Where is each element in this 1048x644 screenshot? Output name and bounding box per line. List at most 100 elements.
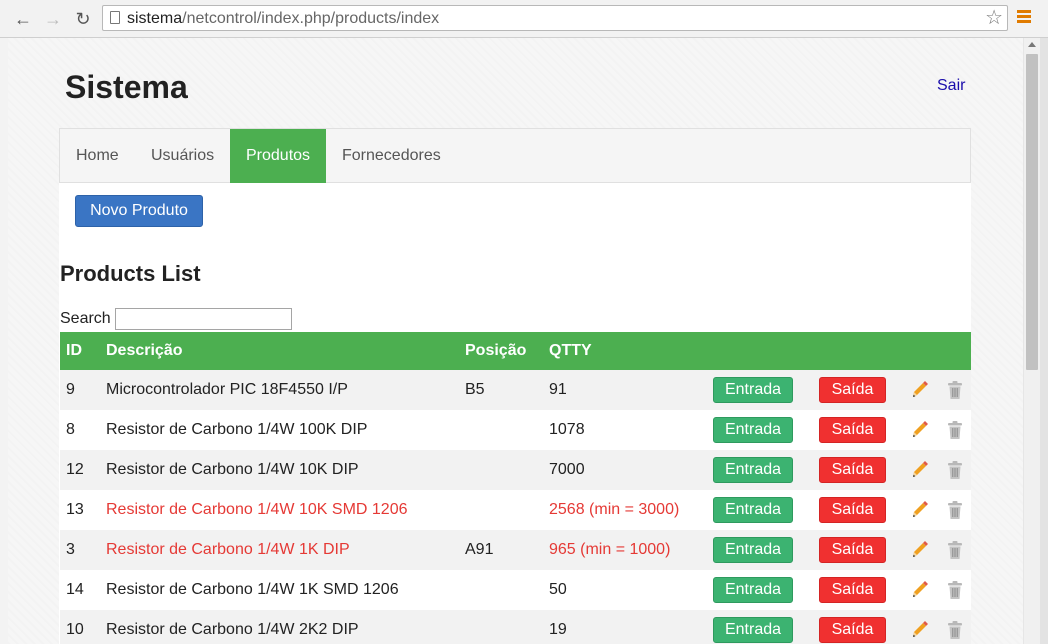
- cell-edit: [909, 490, 945, 530]
- pencil-icon[interactable]: [909, 579, 929, 601]
- cell-edit: [909, 370, 945, 410]
- saida-button[interactable]: Saída: [819, 417, 886, 443]
- scrollbar-thumb[interactable]: [1026, 54, 1038, 370]
- table-row: 3 Resistor de Carbono 1/4W 1K DIP A91 965 (…: [60, 530, 971, 570]
- pencil-icon[interactable]: [909, 499, 929, 521]
- new-product-button[interactable]: Novo Produto: [75, 195, 203, 227]
- table-row: 9 Microcontrolador PIC 18F4550 I/P B5 91 Ent…: [60, 370, 971, 410]
- cell-descricao: Microcontrolador PIC 18F4550 I/P: [106, 381, 348, 398]
- cell-delete: [945, 490, 971, 530]
- table-row: 14 Resistor de Carbono 1/4W 1K SMD 1206 50…: [60, 570, 971, 610]
- page-icon: [110, 11, 120, 24]
- trash-icon[interactable]: [945, 579, 965, 601]
- page-title: Products List: [60, 261, 201, 286]
- site-title: Sistema: [65, 69, 188, 105]
- entrada-button[interactable]: Entrada: [713, 577, 793, 603]
- cell-id: 8: [66, 421, 75, 438]
- pencil-icon[interactable]: [909, 539, 929, 561]
- cell-qtty: 91: [549, 381, 567, 398]
- scroll-up-arrow-icon[interactable]: [1028, 42, 1036, 47]
- back-arrow-icon[interactable]: ←: [12, 8, 34, 30]
- entrada-button[interactable]: Entrada: [713, 377, 793, 403]
- column-header-edit: [909, 332, 945, 370]
- nav-item-fornecedores[interactable]: Fornecedores: [326, 129, 457, 183]
- nav-item-usuarios[interactable]: Usuários: [135, 129, 230, 183]
- trash-icon[interactable]: [945, 499, 965, 521]
- column-header-saida: [819, 332, 909, 370]
- main-content: Novo Produto Products List Search ID Des…: [59, 183, 971, 644]
- trash-icon[interactable]: [945, 539, 965, 561]
- cell-entrada: Entrada: [713, 450, 819, 490]
- cell-saida: Saída: [819, 530, 909, 570]
- saida-button[interactable]: Saída: [819, 457, 886, 483]
- address-bar[interactable]: sistema/netcontrol/index.php/products/in…: [102, 5, 1008, 31]
- cell-posicao: [465, 490, 549, 530]
- pencil-icon[interactable]: [909, 459, 929, 481]
- pencil-icon[interactable]: [909, 619, 929, 641]
- window-edge: [1040, 38, 1048, 644]
- cell-descricao: Resistor de Carbono 1/4W 1K DIP: [106, 541, 350, 558]
- cell-delete: [945, 570, 971, 610]
- reload-icon[interactable]: ↻: [72, 8, 94, 30]
- cell-edit: [909, 450, 945, 490]
- trash-icon[interactable]: [945, 459, 965, 481]
- saida-button[interactable]: Saída: [819, 577, 886, 603]
- cell-entrada: Entrada: [713, 490, 819, 530]
- saida-button[interactable]: Saída: [819, 617, 886, 643]
- cell-posicao: [465, 450, 549, 490]
- cell-saida: Saída: [819, 370, 909, 410]
- logout-link[interactable]: Sair: [937, 77, 965, 95]
- cell-descricao: Resistor de Carbono 1/4W 1K SMD 1206: [106, 581, 399, 598]
- pencil-icon[interactable]: [909, 419, 929, 441]
- cell-delete: [945, 370, 971, 410]
- cell-delete: [945, 530, 971, 570]
- products-table: ID Descrição Posição QTTY 9 Microcontrola…: [60, 332, 971, 644]
- trash-icon[interactable]: [945, 379, 965, 401]
- cell-id: 13: [66, 501, 84, 518]
- entrada-button[interactable]: Entrada: [713, 417, 793, 443]
- cell-id: 14: [66, 581, 84, 598]
- cell-entrada: Entrada: [713, 410, 819, 450]
- cell-posicao: [465, 610, 549, 644]
- cell-qtty: 1078: [549, 421, 585, 438]
- entrada-button[interactable]: Entrada: [713, 537, 793, 563]
- forward-arrow-icon[interactable]: →: [42, 8, 64, 30]
- search-label: Search: [60, 310, 111, 327]
- search-input[interactable]: [115, 308, 292, 330]
- browser-menu-icon[interactable]: [1017, 10, 1031, 24]
- nav-item-home[interactable]: Home: [60, 129, 135, 183]
- url-host: sistema: [127, 10, 183, 27]
- cell-saida: Saída: [819, 490, 909, 530]
- table-row: 12 Resistor de Carbono 1/4W 10K DIP 7000 En…: [60, 450, 971, 490]
- cell-posicao: [465, 410, 549, 450]
- url-text[interactable]: sistema/netcontrol/index.php/products/in…: [127, 10, 439, 28]
- cell-descricao: Resistor de Carbono 1/4W 10K SMD 1206: [106, 501, 408, 518]
- saida-button[interactable]: Saída: [819, 497, 886, 523]
- entrada-button[interactable]: Entrada: [713, 457, 793, 483]
- cell-id: 12: [66, 461, 84, 478]
- saida-button[interactable]: Saída: [819, 377, 886, 403]
- cell-edit: [909, 530, 945, 570]
- vertical-scrollbar[interactable]: [1023, 38, 1041, 644]
- trash-icon[interactable]: [945, 619, 965, 641]
- nav-item-produtos[interactable]: Produtos: [230, 129, 327, 183]
- cell-entrada: Entrada: [713, 610, 819, 644]
- pencil-icon[interactable]: [909, 379, 929, 401]
- column-header-descricao: Descrição: [106, 342, 183, 359]
- table-row: 8 Resistor de Carbono 1/4W 100K DIP 1078 En…: [60, 410, 971, 450]
- cell-delete: [945, 410, 971, 450]
- entrada-button[interactable]: Entrada: [713, 497, 793, 523]
- cell-descricao: Resistor de Carbono 1/4W 10K DIP: [106, 461, 359, 478]
- column-header-posicao: Posição: [465, 342, 527, 359]
- cell-qtty: 965 (min = 1000): [549, 541, 671, 558]
- cell-posicao: A91: [465, 541, 494, 558]
- bookmark-star-icon[interactable]: ☆: [985, 7, 1003, 29]
- table-row: 13 Resistor de Carbono 1/4W 10K SMD 1206 2…: [60, 490, 971, 530]
- cell-saida: Saída: [819, 450, 909, 490]
- entrada-button[interactable]: Entrada: [713, 617, 793, 643]
- saida-button[interactable]: Saída: [819, 537, 886, 563]
- column-header-delete: [945, 332, 971, 370]
- trash-icon[interactable]: [945, 419, 965, 441]
- page-viewport: Sistema Sair Home Usuários Produtos Forn…: [8, 38, 1023, 644]
- cell-edit: [909, 610, 945, 644]
